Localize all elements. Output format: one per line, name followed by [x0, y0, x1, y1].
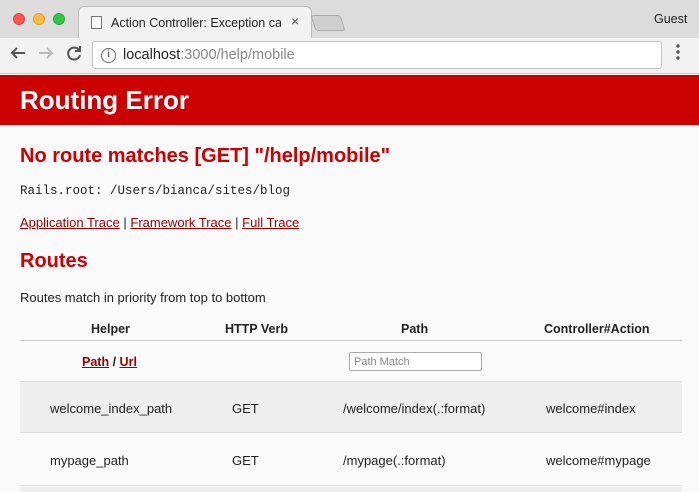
- window-close-button[interactable]: [13, 13, 25, 25]
- route-helper: mypage_path: [50, 453, 129, 468]
- tab-close-icon[interactable]: ×: [291, 13, 299, 29]
- error-header: Routing Error: [0, 75, 699, 125]
- route-action: welcome#mypage: [546, 453, 651, 468]
- profile-label[interactable]: Guest: [654, 12, 687, 26]
- route-verb: GET: [232, 453, 259, 468]
- new-tab-button[interactable]: [310, 15, 346, 31]
- url-link[interactable]: Url: [120, 355, 137, 369]
- route-action: welcome#index: [546, 401, 636, 416]
- application-trace-link[interactable]: Application Trace: [20, 215, 120, 230]
- routes-heading: Routes: [20, 250, 88, 272]
- header-path: Path: [401, 322, 429, 336]
- forward-icon[interactable]: [37, 44, 55, 67]
- reload-icon[interactable]: [65, 44, 83, 67]
- header-helper: Helper: [91, 322, 130, 336]
- framework-trace-link[interactable]: Framework Trace: [130, 215, 231, 230]
- path-link[interactable]: Path: [82, 355, 109, 369]
- route-verb: GET: [232, 401, 259, 416]
- path-url-slash: /: [112, 355, 117, 369]
- path-match-input[interactable]: [349, 352, 482, 371]
- info-icon[interactable]: i: [101, 48, 116, 63]
- trace-links: Application Trace | Framework Trace | Fu…: [20, 215, 299, 230]
- browser-titlebar: Action Controller: Exception caught × Gu…: [0, 0, 699, 38]
- routes-description: Routes match in priority from top to bot…: [20, 290, 266, 305]
- back-icon[interactable]: [9, 44, 27, 67]
- tab-title: Action Controller: Exception caught: [111, 16, 281, 30]
- full-trace-link[interactable]: Full Trace: [242, 215, 299, 230]
- address-bar[interactable]: i localhost:3000/help/mobile: [92, 41, 662, 69]
- trace-separator: |: [123, 215, 127, 230]
- route-path: /welcome/index(.:format): [343, 401, 486, 416]
- table-row: mypage_path GET /mypage(.:format) welcom…: [20, 434, 682, 486]
- window-maximize-button[interactable]: [53, 13, 65, 25]
- error-title: Routing Error: [20, 85, 189, 115]
- page-icon: [91, 16, 102, 29]
- table-row: [20, 487, 682, 492]
- browser-toolbar: i localhost:3000/help/mobile: [0, 38, 699, 74]
- window-minimize-button[interactable]: [33, 13, 45, 25]
- route-path: /mypage(.:format): [343, 453, 446, 468]
- table-row: welcome_index_path GET /welcome/index(.:…: [20, 381, 682, 433]
- header-divider: [20, 340, 682, 341]
- url-text[interactable]: localhost:3000/help/mobile: [123, 47, 295, 63]
- route-helper: welcome_index_path: [50, 401, 173, 416]
- kebab-menu-icon[interactable]: [675, 43, 681, 66]
- header-controller-action: Controller#Action: [544, 322, 650, 336]
- browser-tab[interactable]: Action Controller: Exception caught ×: [78, 6, 312, 38]
- header-http-verb: HTTP Verb: [225, 322, 288, 336]
- rails-root: Rails.root: /Users/bianca/sites/blog: [20, 184, 291, 198]
- no-route-heading: No route matches [GET] "/help/mobile": [20, 145, 391, 167]
- path-url-toggle: Path / Url: [82, 355, 137, 369]
- trace-separator: |: [235, 215, 239, 230]
